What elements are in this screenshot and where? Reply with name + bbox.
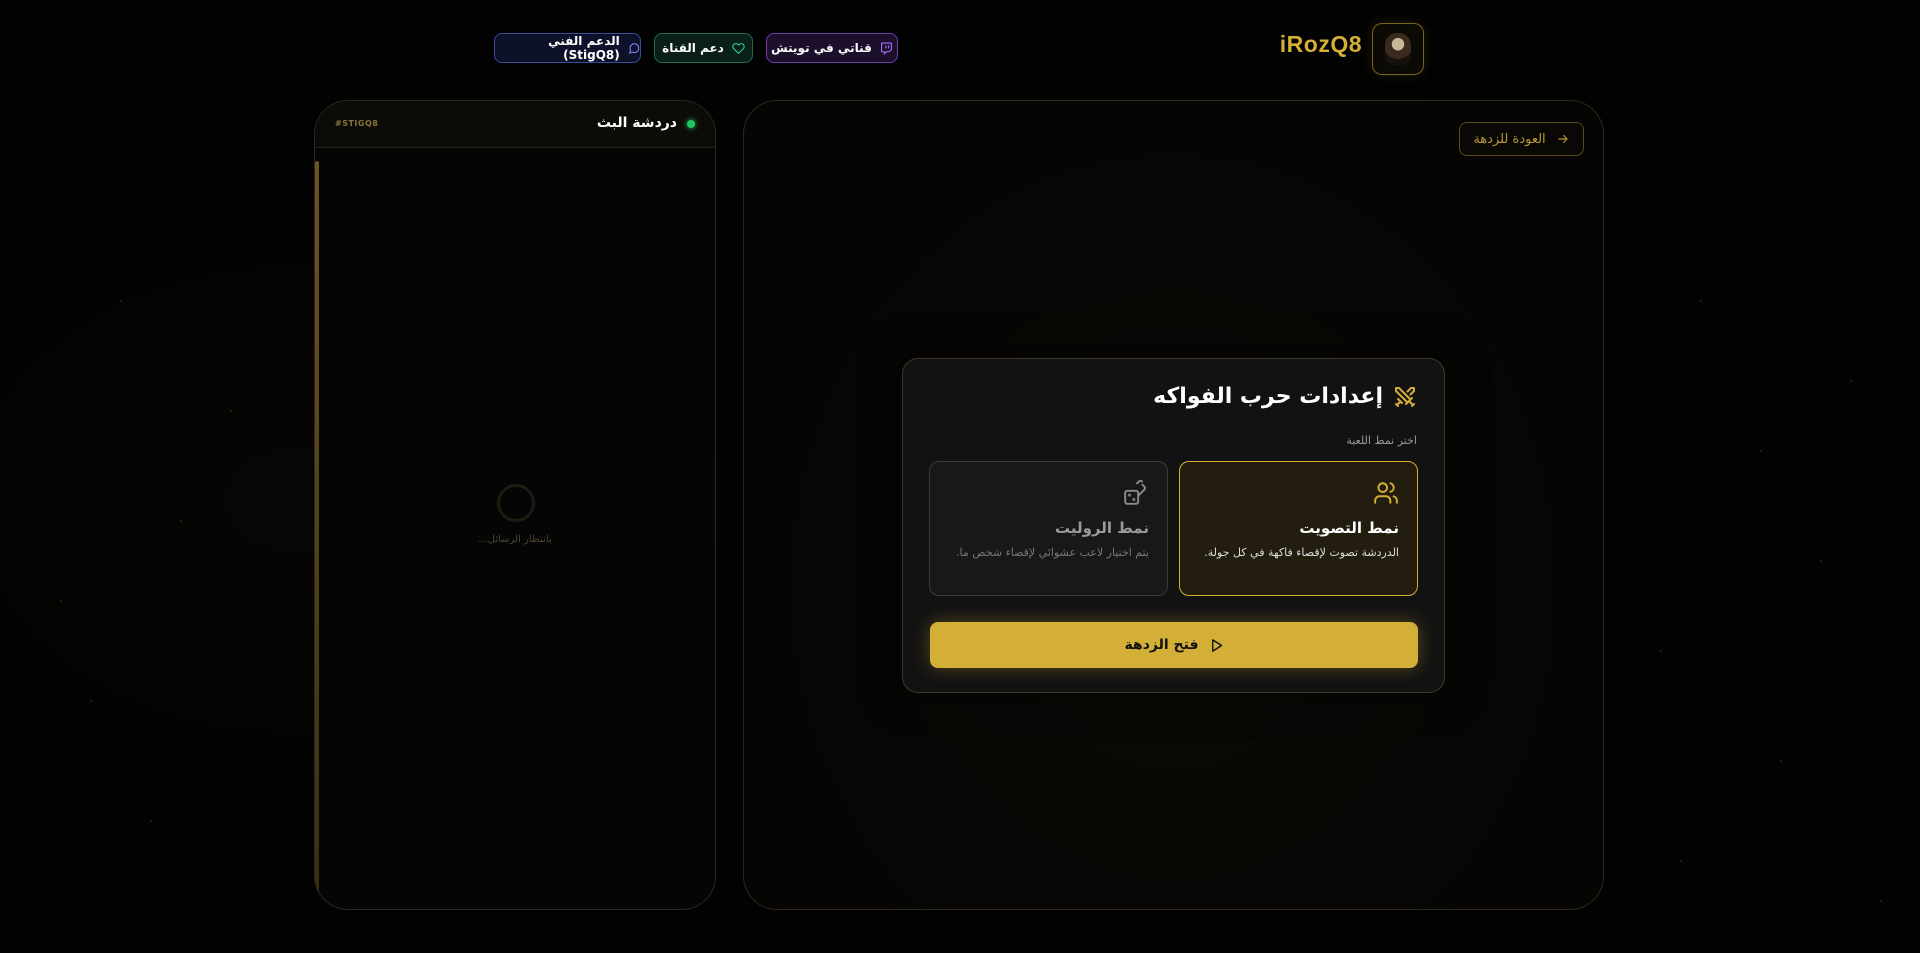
swords-icon <box>1395 386 1415 407</box>
mode-roulette-name: نمط الروليت <box>1054 519 1149 537</box>
brand-title: iRozQ8 <box>1279 31 1362 57</box>
settings-title-text: إعدادات حرب الفواكه <box>1153 384 1383 409</box>
tech-support-label: الدعم الفني (StigQ8) <box>548 34 620 62</box>
top-header: iRozQ8 قناتي في تويتش دعم القناة الدعم ا… <box>0 0 1920 100</box>
chat-header: دردشة البث #STIGQ8 <box>315 101 715 148</box>
twitch-channel-label: قناتي في تويتش <box>771 41 872 55</box>
open-lobby-button[interactable]: فتح الزدهة <box>930 622 1418 668</box>
mode-vote-desc: الدردشة تصوت لإقصاء فاكهة في كل جولة. <box>1204 546 1399 559</box>
chat-channel-name: #STIGQ8 <box>335 119 379 128</box>
chat-title: دردشة البث <box>596 115 677 131</box>
live-status-dot <box>687 120 695 128</box>
back-to-lobby-label: العودة للزدهة <box>1473 131 1546 147</box>
mode-select-label: اختر نمط اللعبة <box>1346 434 1417 447</box>
users-icon <box>1374 482 1398 504</box>
settings-title: إعدادات حرب الفواكه <box>1153 384 1417 409</box>
tech-support-button[interactable]: الدعم الفني (StigQ8) <box>494 33 641 63</box>
twitch-channel-button[interactable]: قناتي في تويتش <box>766 33 898 63</box>
game-panel: العودة للزدهة إعدادات حرب الفواكه اختر ن… <box>743 100 1604 910</box>
app-root: iRozQ8 قناتي في تويتش دعم القناة الدعم ا… <box>0 0 1920 953</box>
chat-waiting-text: بانتظار الرسائل... <box>478 534 552 545</box>
twitch-icon <box>880 42 892 54</box>
mode-vote-name: نمط التصويت <box>1299 519 1399 537</box>
heart-icon <box>732 42 745 54</box>
loading-spinner-icon <box>497 484 535 522</box>
fruit-war-settings-card: إعدادات حرب الفواكه اختر نمط اللعبة نمط … <box>902 358 1445 693</box>
mode-option-roulette[interactable]: نمط الروليت يتم اختيار لاعب عشوائي لإقصا… <box>929 461 1168 596</box>
avatar-image <box>1385 33 1411 65</box>
open-lobby-label: فتح الزدهة <box>1124 637 1199 653</box>
mode-option-vote[interactable]: نمط التصويت الدردشة تصوت لإقصاء فاكهة في… <box>1179 461 1418 596</box>
channel-avatar[interactable] <box>1372 23 1424 75</box>
dice-icon <box>1124 480 1146 505</box>
mode-roulette-desc: يتم اختيار لاعب عشوائي لإقصاء شخص ما. <box>956 546 1149 559</box>
chat-scrollbar[interactable] <box>315 161 319 901</box>
play-icon <box>1211 638 1222 652</box>
back-to-lobby-button[interactable]: العودة للزدهة <box>1459 122 1584 156</box>
support-channel-button[interactable]: دعم القناة <box>654 33 753 63</box>
stream-chat-panel: دردشة البث #STIGQ8 بانتظار الرسائل... <box>314 100 716 910</box>
arrow-right-icon <box>1558 134 1568 144</box>
support-channel-label: دعم القناة <box>662 41 724 55</box>
chat-bubble-icon <box>628 42 639 54</box>
